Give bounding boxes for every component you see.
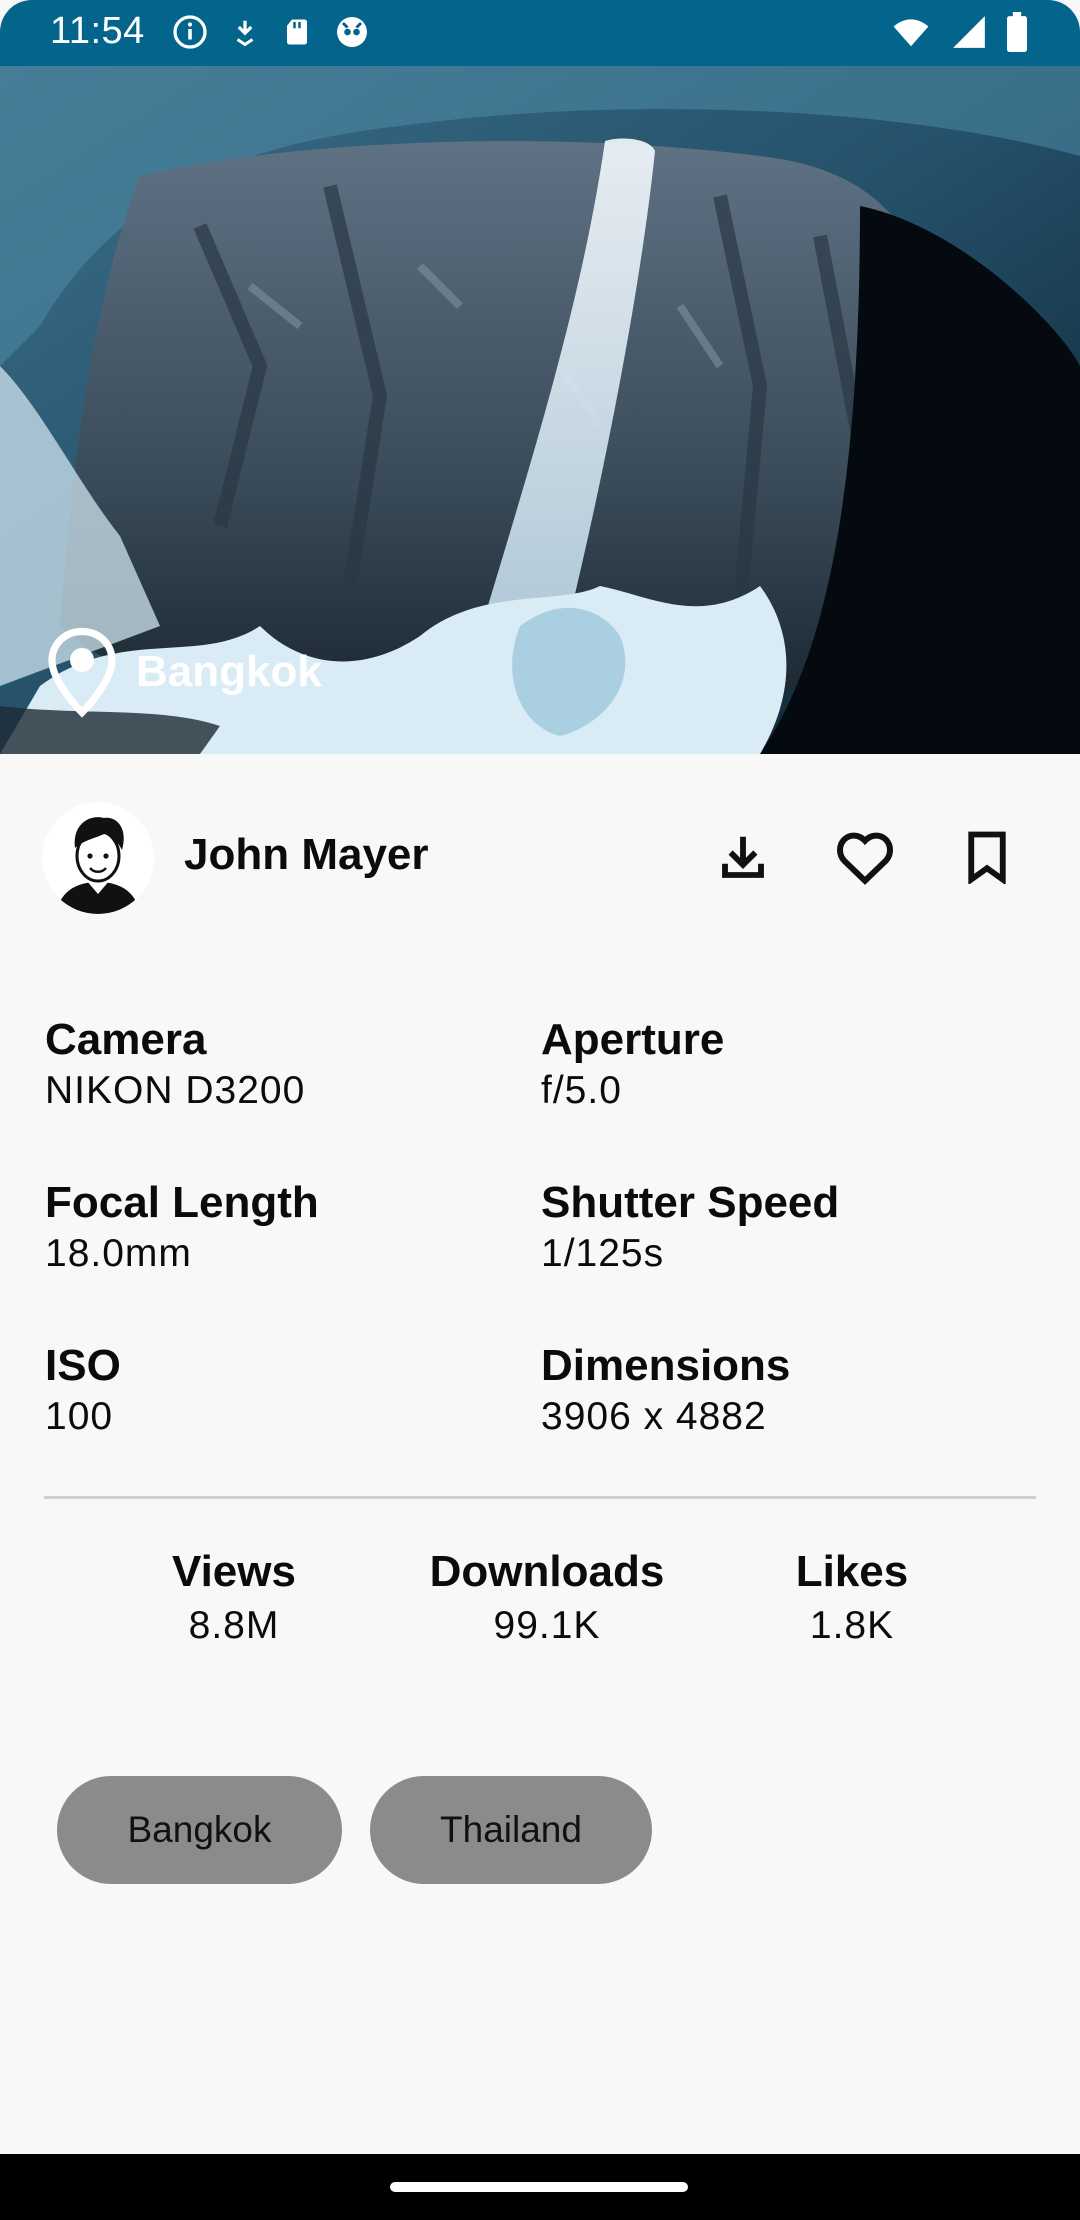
exif-dimensions: Dimensions 3906 x 4882	[541, 1340, 790, 1442]
location-pin-icon	[46, 626, 118, 718]
status-time: 11:54	[50, 10, 145, 52]
exif-label: ISO	[45, 1341, 121, 1390]
like-button[interactable]	[830, 824, 900, 894]
stat-likes: Likes 1.8K	[702, 1546, 1002, 1654]
stat-downloads: Downloads 99.1K	[397, 1546, 697, 1654]
stat-label: Downloads	[429, 1547, 665, 1596]
stat-views: Views 8.8M	[84, 1546, 384, 1654]
exif-label: Aperture	[541, 1015, 725, 1064]
sd-card-icon	[282, 15, 312, 54]
exif-aperture: Aperture f/5.0	[541, 1014, 724, 1116]
divider	[44, 1496, 1036, 1499]
exif-camera: Camera NIKON D3200	[45, 1014, 305, 1116]
stat-label: Views	[172, 1547, 296, 1596]
tag-chip-bangkok[interactable]: Bangkok	[57, 1776, 342, 1884]
author-row: John Mayer	[42, 800, 1042, 920]
stat-value: 99.1K	[493, 1604, 601, 1647]
exif-label: Shutter Speed	[541, 1178, 840, 1227]
exif-value: 100	[45, 1395, 114, 1438]
app-notification-icon	[334, 14, 370, 55]
tag-chip-thailand[interactable]: Thailand	[370, 1776, 652, 1884]
exif-value: f/5.0	[541, 1069, 622, 1112]
stat-value: 8.8M	[188, 1604, 280, 1647]
home-gesture-handle[interactable]	[390, 2182, 688, 2192]
exif-value: NIKON D3200	[45, 1069, 306, 1112]
author-name[interactable]: John Mayer	[184, 830, 429, 880]
exif-shutter-speed: Shutter Speed 1/125s	[541, 1177, 839, 1279]
download-icon	[716, 830, 770, 889]
download-notification-icon	[230, 15, 260, 54]
stat-label: Likes	[795, 1547, 909, 1596]
exif-label: Focal Length	[45, 1178, 319, 1227]
wifi-icon	[890, 13, 932, 56]
exif-iso: ISO 100	[45, 1340, 121, 1442]
signal-icon	[950, 13, 988, 56]
exif-value: 1/125s	[541, 1232, 665, 1275]
navigation-bar	[0, 2154, 1080, 2220]
battery-icon	[1006, 12, 1028, 57]
exif-value: 18.0mm	[45, 1232, 192, 1275]
status-bar: 11:54	[0, 0, 1080, 66]
info-icon	[172, 14, 208, 55]
stat-value: 1.8K	[809, 1604, 895, 1647]
location-tag[interactable]: Bangkok	[46, 626, 322, 718]
exif-value: 3906 x 4882	[541, 1395, 767, 1438]
hero-photo[interactable]: Bangkok	[0, 66, 1080, 754]
exif-label: Dimensions	[541, 1341, 791, 1390]
heart-icon	[835, 829, 895, 890]
exif-focal-length: Focal Length 18.0mm	[45, 1177, 319, 1279]
exif-label: Camera	[45, 1015, 207, 1064]
location-label: Bangkok	[136, 647, 322, 696]
bookmark-icon	[965, 830, 1009, 889]
avatar[interactable]	[42, 802, 154, 914]
download-button[interactable]	[708, 824, 778, 894]
bookmark-button[interactable]	[952, 824, 1022, 894]
